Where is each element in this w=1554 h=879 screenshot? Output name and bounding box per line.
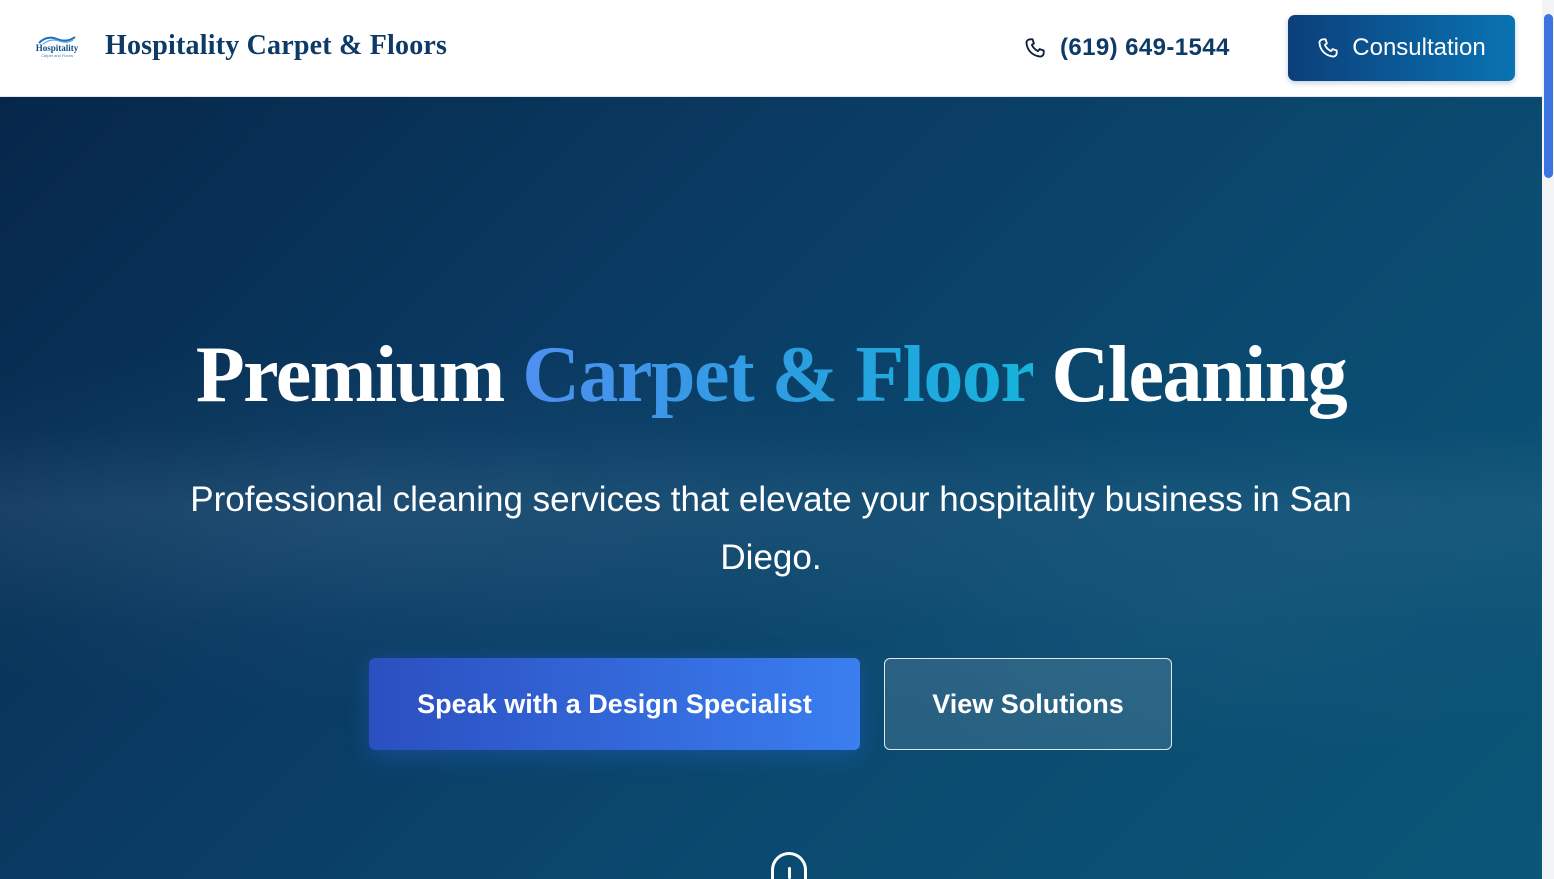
page: Hospitality Carpet and Floors Hospitalit…: [0, 0, 1554, 879]
site-header: Hospitality Carpet and Floors Hospitalit…: [0, 0, 1542, 97]
scrollbar-thumb[interactable]: [1544, 14, 1553, 178]
brand-name[interactable]: Hospitality Carpet & Floors: [105, 30, 447, 62]
logo-tagline: Carpet and Floors: [40, 53, 73, 58]
consultation-button[interactable]: Consultation: [1288, 15, 1515, 81]
hero-title-tail: Cleaning: [1032, 331, 1347, 419]
phone-icon: [1318, 38, 1338, 58]
phone-number: (619) 649-1544: [1060, 34, 1230, 61]
logo-wordmark: Hospitality: [35, 43, 79, 53]
scroll-wheel-dot: [788, 867, 791, 879]
hero-title-accent: Carpet & Floor: [522, 331, 1034, 419]
hero-subtitle: Professional cleaning services that elev…: [190, 480, 1352, 577]
phone-link[interactable]: (619) 649-1544: [1024, 30, 1230, 66]
design-specialist-label: Speak with a Design Specialist: [417, 688, 812, 719]
mouse-scroll-icon[interactable]: [771, 852, 807, 879]
hero-title: Premium Carpet & Floor Cleaning: [0, 325, 1542, 425]
view-solutions-button[interactable]: View Solutions: [884, 658, 1172, 750]
consultation-label: Consultation: [1352, 34, 1486, 61]
brand-logo[interactable]: Hospitality Carpet and Floors: [34, 33, 80, 61]
page-scrollbar[interactable]: [1542, 0, 1554, 879]
hero-title-lead: Premium: [195, 331, 523, 419]
view-solutions-label: View Solutions: [932, 688, 1124, 719]
phone-icon: [1025, 38, 1045, 58]
hero-section: Premium Carpet & Floor Cleaning Professi…: [0, 97, 1542, 879]
design-specialist-button[interactable]: Speak with a Design Specialist: [369, 658, 860, 750]
